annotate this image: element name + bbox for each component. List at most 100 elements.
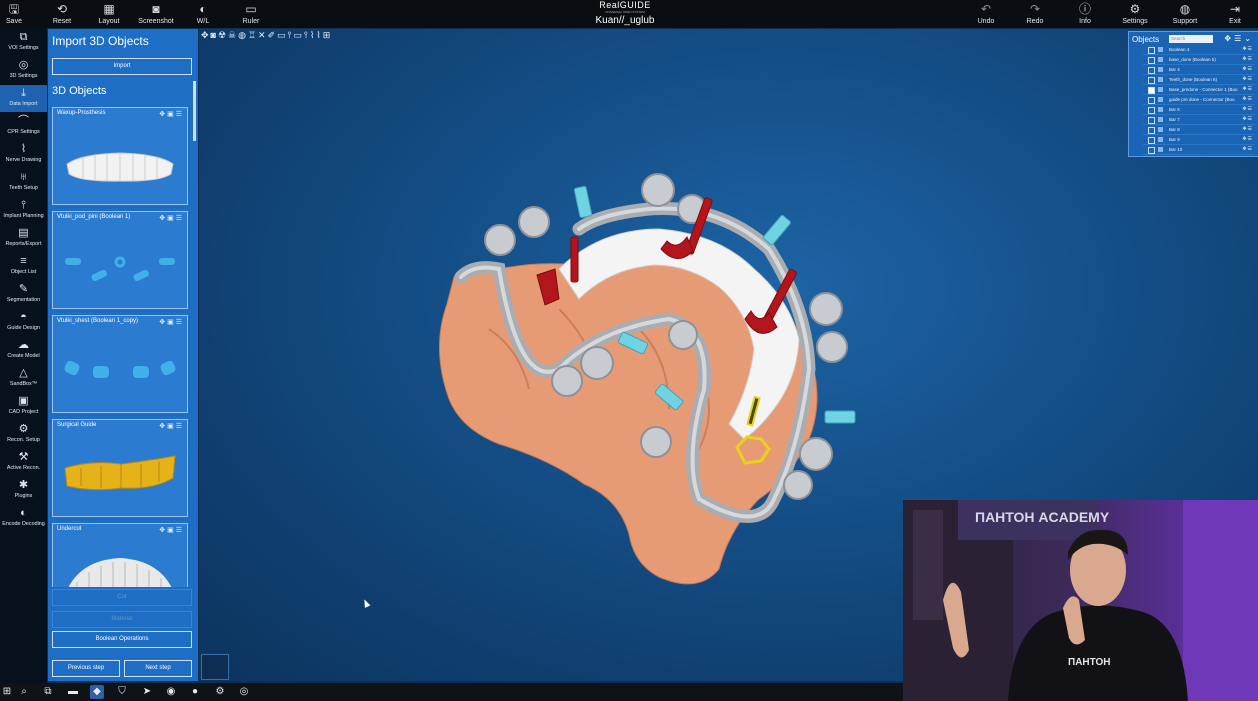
- visibility-checkbox[interactable]: [1148, 47, 1155, 54]
- object-controls[interactable]: ✥▣☰: [159, 526, 184, 534]
- nav-implant-planning[interactable]: ⫯ Implant Planning: [0, 197, 47, 224]
- object-controls[interactable]: ✥▣☰: [159, 110, 184, 118]
- object-row[interactable]: Boolean 4 ✥☰: [1143, 45, 1255, 55]
- object-row[interactable]: Base_predone - Connector 1 (Boo ✥☰: [1143, 85, 1255, 95]
- panel-scrollbar[interactable]: [193, 81, 196, 141]
- visibility-checkbox[interactable]: [1148, 127, 1155, 134]
- nav-reports-export[interactable]: ▤ Reports/Export: [0, 225, 47, 252]
- nav-guide-design[interactable]: ◓ Guide Design: [0, 309, 47, 336]
- file-explorer-icon[interactable]: ▬: [66, 685, 80, 699]
- object-row[interactable]: base_done (Boolean 5) ✥☰: [1143, 55, 1255, 65]
- telegram-icon[interactable]: ➤: [140, 685, 154, 699]
- row-controls[interactable]: ✥☰: [1242, 145, 1253, 154]
- redo-button[interactable]: ↷ Redo: [1013, 0, 1057, 28]
- nav-recon-setup[interactable]: ⚙ Recon. Setup: [0, 421, 47, 448]
- nav-create-model[interactable]: ☁ Create Model: [0, 337, 47, 364]
- object-row[interactable]: Bar 4 ✥☰: [1143, 65, 1255, 75]
- search-icon[interactable]: ⌕: [17, 685, 31, 699]
- nav-3d-settings[interactable]: ◎ 3D Settings: [0, 57, 47, 84]
- visibility-checkbox[interactable]: [1148, 97, 1155, 104]
- color-swatch[interactable]: [1158, 47, 1163, 52]
- windows-start-icon[interactable]: ⊞: [0, 685, 14, 699]
- visibility-checkbox[interactable]: [1148, 77, 1155, 84]
- visibility-checkbox[interactable]: [1148, 117, 1155, 124]
- visibility-checkbox[interactable]: [1148, 107, 1155, 114]
- realguide-app-icon[interactable]: ◆: [90, 685, 104, 699]
- info-button[interactable]: ⓘ Info: [1063, 0, 1107, 28]
- nav-nerve-drawing[interactable]: ⌇ Nerve Drawing: [0, 141, 47, 168]
- nav-active-recon[interactable]: ⚒ Active Recon.: [0, 449, 47, 476]
- layout-button[interactable]: ▦ Layout: [87, 0, 131, 28]
- support-button[interactable]: ◍ Support: [1163, 0, 1207, 28]
- row-controls[interactable]: ✥☰: [1242, 135, 1253, 144]
- visibility-checkbox[interactable]: [1148, 57, 1155, 64]
- next-step-button[interactable]: Next step: [124, 660, 192, 677]
- color-swatch[interactable]: [1158, 147, 1163, 152]
- color-swatch[interactable]: [1158, 117, 1163, 122]
- screenshot-button[interactable]: ◙ Screenshot: [134, 0, 178, 28]
- cut-button[interactable]: Cut: [52, 589, 192, 606]
- nav-plugins[interactable]: ✱ Plugins: [0, 477, 47, 504]
- nav-voi-settings[interactable]: ⧉ VOI Settings: [0, 29, 47, 56]
- object-controls[interactable]: ✥▣☰: [159, 214, 184, 222]
- gear-icon[interactable]: ⚙: [213, 685, 227, 699]
- object-card[interactable]: Vtulki_shest (Boolean 1_copy) ✥▣☰: [52, 315, 188, 413]
- object-row[interactable]: Bar 6 ✥☰: [1143, 105, 1255, 115]
- color-swatch[interactable]: [1158, 77, 1163, 82]
- row-controls[interactable]: ✥☰: [1242, 55, 1253, 64]
- color-swatch[interactable]: [1158, 127, 1163, 132]
- object-card[interactable]: Vtulki_pod_pini (Boolean 1) ✥▣☰: [52, 211, 188, 309]
- row-controls[interactable]: ✥☰: [1242, 125, 1253, 134]
- color-swatch[interactable]: [1158, 87, 1163, 92]
- row-controls[interactable]: ✥☰: [1242, 115, 1253, 124]
- object-row[interactable]: Bar 9 ✥☰: [1143, 135, 1255, 145]
- chrome-icon[interactable]: ◉: [164, 685, 178, 699]
- object-controls[interactable]: ✥▣☰: [159, 318, 184, 326]
- nav-teeth-setup[interactable]: ♅ Teeth Setup: [0, 169, 47, 196]
- screen-recorder-icon[interactable]: ◎: [237, 685, 251, 699]
- save-button[interactable]: 🖫 Save: [0, 0, 36, 28]
- nav-cpr-settings[interactable]: ⌒ CPR Settings: [0, 113, 47, 140]
- task-view-icon[interactable]: ⧉: [41, 685, 55, 699]
- object-row[interactable]: Bar 10 ✥☰: [1143, 145, 1255, 155]
- shield-icon[interactable]: ⛉: [115, 685, 129, 699]
- exit-button[interactable]: ⇥ Exit: [1213, 0, 1257, 28]
- material-button[interactable]: Material: [52, 611, 192, 628]
- nav-encode-decoding[interactable]: ◐ Encode Decoding: [0, 505, 47, 532]
- object-card[interactable]: Surgical Guide ✥▣☰: [52, 419, 188, 517]
- undo-button[interactable]: ↶ Undo: [964, 0, 1008, 28]
- orientation-thumbnail[interactable]: [201, 654, 229, 680]
- boolean-operations-button[interactable]: Boolean Operations: [52, 631, 192, 648]
- nav-sandbox[interactable]: △ SandBox™: [0, 365, 47, 392]
- object-card[interactable]: Undercut ✥▣☰: [52, 523, 188, 587]
- nav-data-import[interactable]: ⤓ Data Import: [0, 85, 47, 112]
- object-controls[interactable]: ✥▣☰: [159, 422, 184, 430]
- color-swatch[interactable]: [1158, 67, 1163, 72]
- object-row[interactable]: Teeth_done (Boolean 6) ✥☰: [1143, 75, 1255, 85]
- object-row[interactable]: Bar 7 ✥☰: [1143, 115, 1255, 125]
- visibility-checkbox[interactable]: [1148, 67, 1155, 74]
- ruler-button[interactable]: ▭ Ruler: [229, 0, 273, 28]
- import-button[interactable]: Import: [52, 58, 192, 75]
- row-controls[interactable]: ✥☰: [1242, 65, 1253, 74]
- wl-button[interactable]: ◐ W/L: [181, 0, 225, 28]
- visibility-checkbox[interactable]: [1148, 87, 1155, 94]
- red-app-icon[interactable]: ●: [188, 685, 202, 699]
- nav-object-list[interactable]: ≡ Object List: [0, 253, 47, 280]
- previous-step-button[interactable]: Previous step: [52, 660, 120, 677]
- nav-cad-project[interactable]: ▣ CAD Project: [0, 393, 47, 420]
- row-controls[interactable]: ✥☰: [1242, 75, 1253, 84]
- nav-segmentation[interactable]: ✎ Segmentation: [0, 281, 47, 308]
- objects-panel-controls[interactable]: ✥☰⌄: [1224, 34, 1254, 43]
- reset-button[interactable]: ⟲ Reset: [40, 0, 84, 28]
- row-controls[interactable]: ✥☰: [1242, 45, 1253, 54]
- color-swatch[interactable]: [1158, 57, 1163, 62]
- color-swatch[interactable]: [1158, 107, 1163, 112]
- visibility-checkbox[interactable]: [1148, 137, 1155, 144]
- color-swatch[interactable]: [1158, 97, 1163, 102]
- row-controls[interactable]: ✥☰: [1242, 95, 1253, 104]
- color-swatch[interactable]: [1158, 137, 1163, 142]
- object-card[interactable]: Waxup-Prosthesis ✥▣☰: [52, 107, 188, 205]
- row-controls[interactable]: ✥☰: [1242, 85, 1253, 94]
- settings-button[interactable]: ⚙ Settings: [1113, 0, 1157, 28]
